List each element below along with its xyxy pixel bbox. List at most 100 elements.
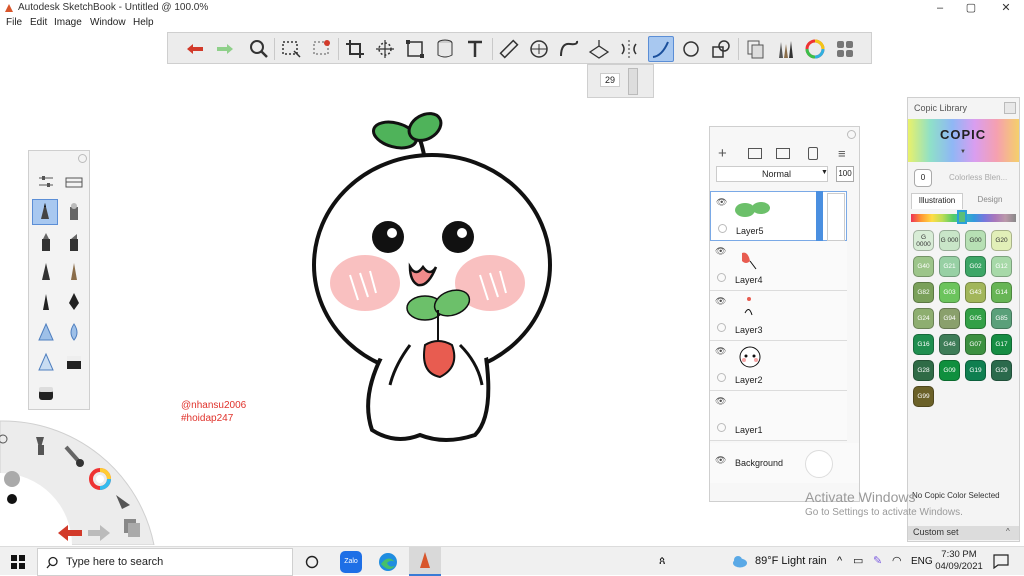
language-indicator[interactable]: ENG <box>911 547 933 576</box>
copic-swatch[interactable]: G99 <box>913 386 934 407</box>
copic-swatch[interactable]: G03 <box>939 282 960 303</box>
fountain-pen-icon[interactable] <box>61 289 87 315</box>
fill-icon[interactable] <box>432 36 458 62</box>
ellipse-icon[interactable] <box>678 36 704 62</box>
task-view-icon[interactable] <box>305 555 319 569</box>
ballpoint-pen-icon[interactable] <box>33 289 59 315</box>
copic-swatch[interactable]: G21 <box>939 256 960 277</box>
chevron-up-icon[interactable]: ^ <box>1006 527 1010 536</box>
copic-swatch[interactable]: G09 <box>939 360 960 381</box>
color-wheel-icon[interactable] <box>802 36 828 62</box>
undo-icon[interactable] <box>182 36 208 62</box>
add-layer-icon[interactable]: + <box>718 145 727 162</box>
ruler-icon[interactable] <box>496 36 522 62</box>
copic-swatch[interactable]: G46 <box>939 334 960 355</box>
brush-size-value[interactable]: 29 <box>600 73 620 87</box>
layer-row-layer1[interactable]: 👁 Layer1 <box>710 391 847 441</box>
chevron-up-icon[interactable]: ^ <box>837 547 842 576</box>
layer-lock-icon[interactable] <box>717 273 726 282</box>
background-color-swatch[interactable] <box>805 450 833 478</box>
copic-swatch[interactable]: G28 <box>913 360 934 381</box>
marker-brush-icon[interactable] <box>33 229 59 255</box>
copic-swatch[interactable]: G07 <box>965 334 986 355</box>
tab-design[interactable]: Design <box>964 193 1016 209</box>
visibility-eye-icon[interactable]: 👁 <box>715 346 726 357</box>
copic-swatch[interactable]: G14 <box>991 282 1012 303</box>
chevron-down-icon[interactable]: ▼ <box>960 149 966 155</box>
copic-swatch[interactable]: G00 <box>965 230 986 251</box>
lasso-select-icon[interactable] <box>308 36 334 62</box>
layer-row-layer2[interactable]: 👁 Layer2 <box>710 341 847 391</box>
ink-pen-icon[interactable] <box>33 259 59 285</box>
text-icon[interactable] <box>462 36 488 62</box>
airbrush-icon[interactable] <box>61 199 87 225</box>
smudge-brush-icon[interactable] <box>33 319 59 345</box>
visibility-eye-icon[interactable]: 👁 <box>715 246 726 257</box>
french-curve-icon[interactable] <box>556 36 582 62</box>
brush-settings-icon[interactable] <box>33 169 59 195</box>
symmetry-icon[interactable] <box>616 36 642 62</box>
blur-brush-icon[interactable] <box>61 319 87 345</box>
copic-close-icon[interactable] <box>1004 102 1016 114</box>
paintbrush-icon[interactable] <box>61 259 87 285</box>
visibility-eye-icon[interactable]: 👁 <box>715 455 726 466</box>
visibility-eye-icon[interactable]: 👁 <box>715 396 726 407</box>
tab-illustration[interactable]: Illustration <box>911 193 963 209</box>
brush-library-grid-icon[interactable] <box>61 169 87 195</box>
visibility-eye-icon[interactable]: 👁 <box>715 296 726 307</box>
copic-family-selector[interactable] <box>957 210 967 224</box>
close-button[interactable]: ✕ <box>991 0 1021 17</box>
zalo-app-icon[interactable]: Zalo <box>340 551 362 573</box>
weather-cloud-icon[interactable] <box>731 555 749 568</box>
brush-size-slider[interactable] <box>628 68 638 95</box>
palettes-icon[interactable] <box>832 36 858 62</box>
crop-icon[interactable] <box>342 36 368 62</box>
copic-swatch[interactable]: G05 <box>965 308 986 329</box>
ellipse-guide-icon[interactable] <box>526 36 552 62</box>
transform-icon[interactable] <box>372 36 398 62</box>
layer-row-layer4[interactable]: 👁 Layer4 <box>710 241 847 291</box>
wifi-icon[interactable]: ◠ <box>892 547 902 576</box>
sharpen-brush-icon[interactable] <box>33 349 59 375</box>
soft-eraser-icon[interactable] <box>33 379 59 405</box>
clear-layer-icon[interactable] <box>808 147 818 160</box>
hard-eraser-icon[interactable] <box>61 349 87 375</box>
weather-text[interactable]: 89°F Light rain <box>755 547 827 576</box>
sketchbook-taskbar-button[interactable] <box>409 547 441 576</box>
copic-swatch[interactable]: G 0000 <box>913 230 934 251</box>
layer-menu-icon[interactable]: ≡ <box>838 146 846 161</box>
visibility-eye-icon[interactable]: 👁 <box>716 197 727 208</box>
menu-file[interactable]: File <box>6 17 22 28</box>
colorless-blender-swatch[interactable]: 0 <box>914 169 932 187</box>
copic-swatch[interactable]: G 000 <box>939 230 960 251</box>
layer-lock-icon[interactable] <box>717 373 726 382</box>
layers-close-icon[interactable] <box>847 130 856 139</box>
perspective-icon[interactable] <box>586 36 612 62</box>
taskbar-search-box[interactable]: Type here to search <box>37 548 293 576</box>
notifications-icon[interactable] <box>993 554 1009 569</box>
copic-swatch[interactable]: G85 <box>991 308 1012 329</box>
canvas-drawing[interactable] <box>300 105 570 450</box>
copic-swatch[interactable]: G40 <box>913 256 934 277</box>
copic-swatch[interactable]: G17 <box>991 334 1012 355</box>
stroke-icon[interactable] <box>648 36 674 62</box>
layer-lock-icon[interactable] <box>717 323 726 332</box>
zoom-icon[interactable] <box>246 36 272 62</box>
copic-swatch[interactable]: G43 <box>965 282 986 303</box>
minimize-button[interactable]: – <box>925 0 955 17</box>
edge-browser-icon[interactable] <box>377 551 399 573</box>
layer-move-handle[interactable] <box>827 193 845 241</box>
windows-start-icon[interactable] <box>11 555 25 569</box>
menu-help[interactable]: Help <box>133 17 154 28</box>
maximize-button[interactable]: ▢ <box>956 0 986 17</box>
menu-image[interactable]: Image <box>54 17 82 28</box>
pen-icon[interactable]: ✎ <box>873 547 882 576</box>
add-group-icon[interactable] <box>748 148 762 159</box>
menu-edit[interactable]: Edit <box>30 17 47 28</box>
shape-icon[interactable] <box>708 36 734 62</box>
copic-swatch[interactable]: G12 <box>991 256 1012 277</box>
copic-swatch[interactable]: G02 <box>965 256 986 277</box>
copic-swatch[interactable]: G19 <box>965 360 986 381</box>
chisel-marker-icon[interactable] <box>61 229 87 255</box>
copic-swatch[interactable]: G82 <box>913 282 934 303</box>
